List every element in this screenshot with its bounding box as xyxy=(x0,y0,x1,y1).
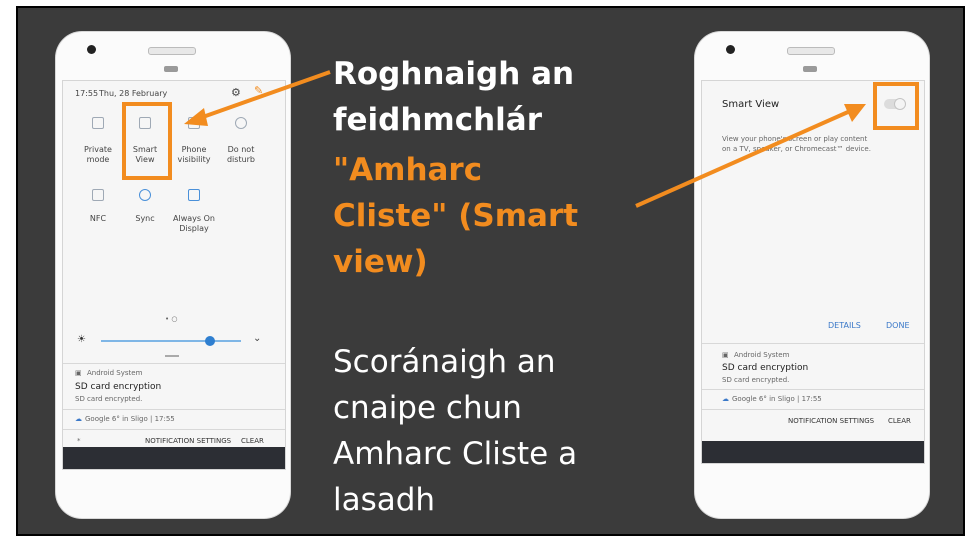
left-phone-screen: 17:55 Thu, 28 February ⚙ ✎ Private mode … xyxy=(62,80,286,470)
smart-view-title: Smart View xyxy=(722,99,780,110)
tile-label: Display xyxy=(179,224,209,233)
do-not-disturb-icon xyxy=(235,117,247,129)
smart-view-description: on a TV, speaker, or Chromecast™ device. xyxy=(722,145,871,153)
instruction-line: Roghnaigh an xyxy=(333,56,575,92)
nfc-icon xyxy=(92,189,104,201)
navigation-bar xyxy=(702,441,924,463)
brightness-slider[interactable] xyxy=(101,340,241,342)
navigation-bar xyxy=(63,447,285,469)
tile-label: visibility xyxy=(177,155,211,164)
star-label: * xyxy=(77,437,81,445)
smart-view-description: View your phone's screen or play content xyxy=(722,135,868,143)
divider xyxy=(63,429,285,430)
chevron-down-icon[interactable]: ⌄ xyxy=(253,333,261,344)
private-mode-icon xyxy=(92,117,104,129)
notification-title: SD card encryption xyxy=(75,382,162,392)
status-time: 17:55 xyxy=(75,89,99,98)
tile-label: Phone xyxy=(181,145,207,154)
tile-label: disturb xyxy=(226,155,256,164)
instruction-line-highlight: Cliste" (Smart xyxy=(333,198,579,234)
instruction-line-highlight: "Amharc xyxy=(333,152,483,188)
instruction-line: cnaipe chun xyxy=(333,390,522,426)
notification-body: SD card encrypted. xyxy=(722,376,790,384)
clear-button[interactable]: CLEAR xyxy=(888,417,911,425)
instruction-line: lasadh xyxy=(333,482,436,518)
smart-view-highlight xyxy=(122,102,172,180)
earpiece-speaker xyxy=(787,47,835,55)
notification-settings-button[interactable]: NOTIFICATION SETTINGS xyxy=(145,437,231,445)
tile-label: Sync xyxy=(135,214,155,223)
notification-source: Android System xyxy=(734,351,790,359)
google-icon: ☁ xyxy=(75,415,82,423)
always-on-display-icon xyxy=(188,189,200,201)
divider xyxy=(702,409,924,410)
android-system-icon: ▣ xyxy=(722,351,729,359)
instruction-line: Amharc Cliste a xyxy=(333,436,578,472)
details-button[interactable]: DETAILS xyxy=(828,321,861,330)
notification-settings-button[interactable]: NOTIFICATION SETTINGS xyxy=(788,417,874,425)
instruction-slide: 17:55 Thu, 28 February ⚙ ✎ Private mode … xyxy=(16,6,965,536)
divider xyxy=(63,409,285,410)
done-button[interactable]: DONE xyxy=(886,321,910,330)
divider xyxy=(63,363,285,364)
tile-label: NFC xyxy=(89,214,107,223)
notification-body: SD card encrypted. xyxy=(75,395,143,403)
notification-title: SD card encryption xyxy=(722,363,809,373)
page-indicator: • ○ xyxy=(165,315,178,323)
sensor-bar xyxy=(803,66,817,72)
front-camera xyxy=(726,45,735,54)
clear-button[interactable]: CLEAR xyxy=(241,437,264,445)
brightness-slider-knob[interactable] xyxy=(205,336,215,346)
tile-label: Private xyxy=(84,145,112,154)
phone-visibility-icon xyxy=(188,117,200,129)
google-weather-line: Google 6° in Sligo | 17:55 xyxy=(85,415,175,423)
tile-label: Do not xyxy=(227,145,255,154)
sync-icon xyxy=(139,189,151,201)
edit-icon[interactable]: ✎ xyxy=(254,84,263,97)
earpiece-speaker xyxy=(148,47,196,55)
instruction-line-highlight: view) xyxy=(333,244,428,280)
instruction-line: feidhmchlár xyxy=(333,102,542,138)
toggle-highlight xyxy=(873,82,919,130)
divider xyxy=(702,389,924,390)
right-phone-screen: Smart View View your phone's screen or p… xyxy=(701,80,925,464)
notification-source: Android System xyxy=(87,369,143,377)
front-camera xyxy=(87,45,96,54)
tile-label: mode xyxy=(86,155,110,164)
sensor-bar xyxy=(164,66,178,72)
tile-label: Always On xyxy=(173,214,215,223)
instruction-line: Scoránaigh an xyxy=(333,344,556,380)
left-phone: 17:55 Thu, 28 February ⚙ ✎ Private mode … xyxy=(56,32,290,518)
google-weather-line: Google 6° in Sligo | 17:55 xyxy=(732,395,822,403)
android-system-icon: ▣ xyxy=(75,369,82,377)
status-date: Thu, 28 February xyxy=(99,89,168,98)
settings-gear-icon[interactable]: ⚙ xyxy=(231,86,241,99)
handle-bar[interactable] xyxy=(165,355,179,357)
divider xyxy=(702,343,924,344)
google-icon: ☁ xyxy=(722,395,729,403)
right-phone: Smart View View your phone's screen or p… xyxy=(695,32,929,518)
brightness-icon: ☀ xyxy=(77,334,86,345)
